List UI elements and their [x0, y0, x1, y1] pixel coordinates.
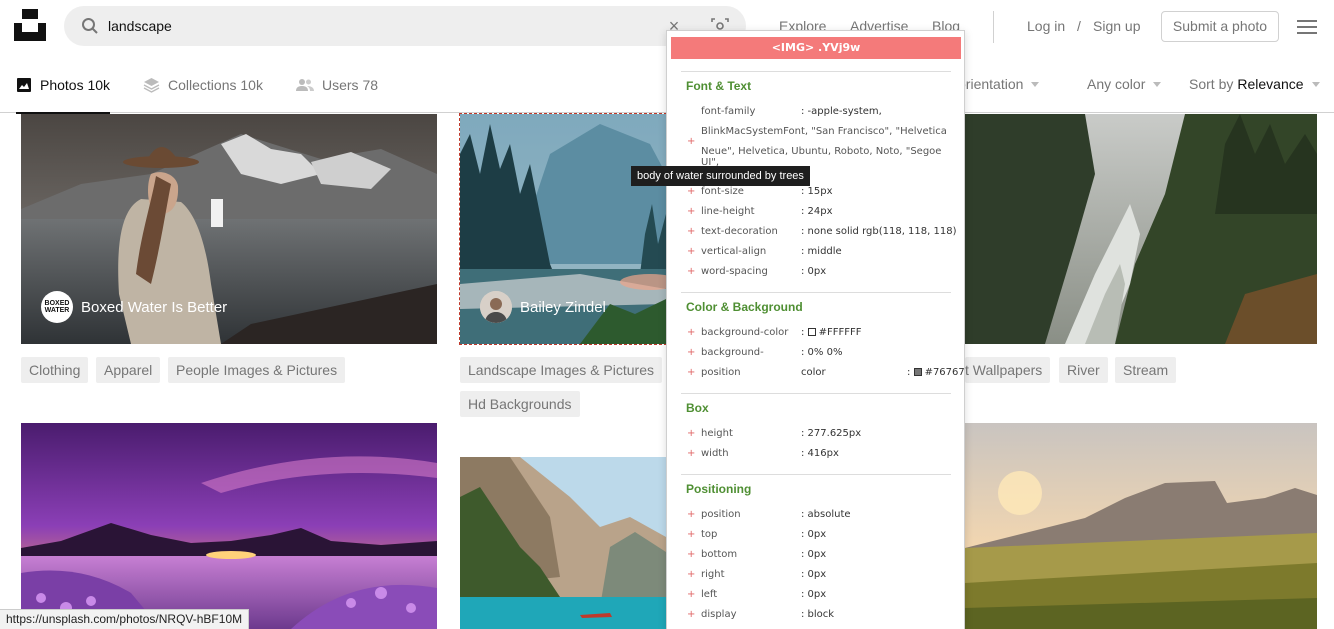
search-input[interactable] — [108, 6, 648, 46]
photo-tag[interactable]: River — [1059, 357, 1108, 383]
inspector-prop: + bottom: 0px — [687, 549, 827, 560]
signup-link[interactable]: Sign up — [1093, 18, 1140, 34]
sort-value: Relevance — [1237, 76, 1304, 92]
inspector-prop: + left: 0px — [687, 589, 827, 600]
photo-tag[interactable]: Stream — [1115, 357, 1177, 383]
users-icon — [296, 78, 314, 91]
browser-status-url: https://unsplash.com/photos/NRQV-hBF10M — [0, 609, 250, 629]
tab-photos[interactable]: Photos 10k — [16, 56, 111, 114]
inspector-prop: + width: 416px — [687, 448, 839, 459]
inspector-prop: Neue", Helvetica, Ubuntu, Roboto, Noto, … — [701, 146, 942, 168]
photo-purple-sunset-lake — [21, 423, 437, 629]
submit-photo-button[interactable]: Submit a photo — [1161, 11, 1279, 42]
color-filter-label: Any color — [1087, 76, 1146, 92]
photo-card[interactable]: BOXED WATER Boxed Water Is Better — [21, 114, 437, 344]
inspector-prop: font-family: -apple-system, — [701, 106, 882, 117]
color-filter[interactable]: Any color — [1087, 76, 1162, 92]
tab-collections-count: 10k — [240, 76, 263, 93]
photo-misty-forest-river — [965, 114, 1317, 344]
sort-prefix: Sort by — [1189, 76, 1234, 92]
inspector-prop: + line-height: 24px — [687, 206, 833, 217]
search-bar: × — [64, 6, 746, 46]
inspector-section-box: Box + height: 277.625px + width: 416px — [681, 393, 951, 473]
author-avatar: BOXED WATER — [41, 291, 73, 323]
inspector-prop: + text-decoration: none solid rgb(118, 11… — [687, 226, 957, 237]
menu-icon[interactable] — [1297, 18, 1317, 34]
chevron-down-icon — [1153, 81, 1162, 87]
photo-card[interactable] — [965, 423, 1317, 629]
photo-card-hovered[interactable]: Bailey Zindel — [459, 113, 667, 345]
inspector-prop: + top: 0px — [687, 529, 827, 540]
inspector-section-positioning: Positioning + position: absolute + top: 0p… — [681, 474, 951, 629]
photo-icon — [17, 77, 31, 92]
tab-users-label: Users — [322, 76, 359, 93]
color-swatch — [807, 328, 816, 336]
nav-divider — [993, 11, 994, 43]
color-swatch — [913, 368, 922, 376]
author-name: Boxed Water Is Better — [81, 298, 228, 316]
author-avatar — [480, 291, 512, 323]
inspector-prop: +positioncolor: #767676 — [687, 367, 965, 378]
image-alt-tooltip: body of water surrounded by trees — [631, 166, 810, 186]
photo-author[interactable]: Bailey Zindel — [480, 291, 606, 323]
photo-author[interactable]: BOXED WATER Boxed Water Is Better — [41, 291, 227, 323]
inspector-section-title: Positioning — [686, 482, 752, 496]
login-link[interactable]: Log in — [1027, 18, 1065, 34]
tab-collections[interactable]: Collections 10k — [143, 56, 263, 113]
collections-icon — [143, 77, 160, 93]
photo-card[interactable] — [460, 457, 666, 629]
chevron-down-icon — [1031, 81, 1040, 87]
inspector-prop: + background-color: #FFFFFF — [687, 327, 862, 338]
inspector-section-title: Color & Background — [686, 300, 803, 314]
unsplash-logo[interactable] — [14, 9, 46, 41]
sort-filter[interactable]: Sort by Relevance — [1189, 76, 1320, 92]
photo-tag[interactable]: Clothing — [21, 357, 89, 383]
inspector-section-title: Box — [686, 401, 709, 415]
tab-photos-count: 10k — [87, 76, 111, 93]
photo-tag[interactable]: Apparel — [96, 357, 161, 383]
search-icon[interactable] — [81, 17, 99, 35]
css-inspector-panel: <IMG> .YVj9w Font & Text font-family: -a… — [666, 30, 965, 629]
chevron-down-icon — [1311, 81, 1320, 87]
inspector-prop: + background-: 0% 0% — [687, 347, 843, 358]
inspector-element-title: <IMG> .YVj9w — [671, 37, 961, 59]
tab-users[interactable]: Users 78 — [296, 56, 378, 113]
inspector-prop: + right: 0px — [687, 569, 827, 580]
inspector-section-color: Color & Background + background-color: #F… — [681, 292, 964, 392]
author-name: Bailey Zindel — [520, 298, 606, 316]
photo-tag[interactable]: t Wallpapers — [965, 357, 1051, 383]
inspector-prop: + height: 277.625px — [687, 428, 862, 439]
tab-photos-label: Photos — [40, 76, 84, 93]
photo-card[interactable] — [21, 423, 437, 629]
inspector-prop: + word-spacing: 0px — [687, 266, 827, 277]
inspector-prop: + position: absolute — [687, 509, 851, 520]
login-separator: / — [1077, 18, 1081, 34]
photo-tag[interactable]: Hd Backgrounds — [460, 391, 580, 417]
photo-tag[interactable]: People Images & Pictures — [168, 357, 346, 383]
photo-card[interactable] — [965, 114, 1317, 344]
photo-tag[interactable]: Landscape Images & Pictures — [460, 357, 662, 383]
photo-mountain-lake — [460, 457, 666, 629]
inspector-prop: + display: block — [687, 609, 835, 620]
photo-mountain-meadow-sunrise — [965, 423, 1317, 629]
tab-collections-label: Collections — [168, 76, 237, 93]
inspector-prop: + vertical-align: middle — [687, 246, 842, 257]
inspector-section-title: Font & Text — [686, 79, 752, 93]
tab-users-count: 78 — [362, 76, 379, 93]
